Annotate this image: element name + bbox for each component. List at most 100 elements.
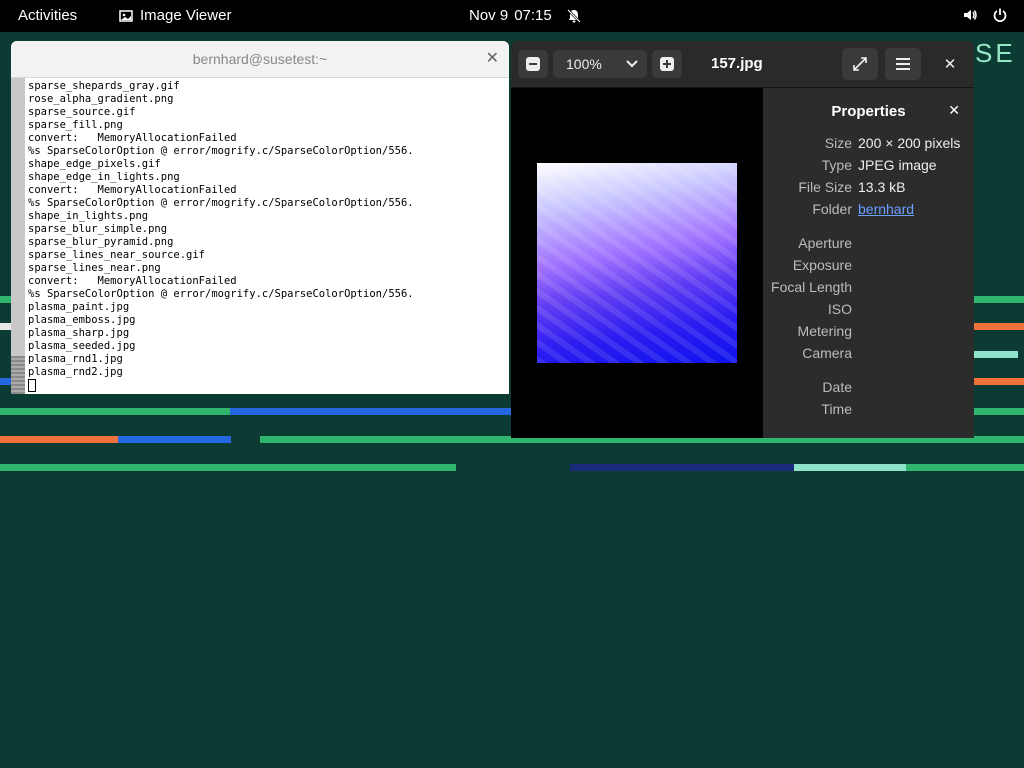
terminal-line: plasma_rnd1.jpg <box>28 353 123 365</box>
wallpaper-stripe <box>570 464 794 471</box>
terminal-title: bernhard@susetest:~ <box>192 51 328 67</box>
property-type: Type JPEG image <box>763 157 974 179</box>
volume-icon[interactable] <box>962 7 978 23</box>
terminal-line: %s SparseColorOption @ error/mogrify.c/S… <box>28 145 414 157</box>
property-label: Focal Length <box>771 279 852 295</box>
text-cursor <box>28 379 36 392</box>
property-size: Size 200 × 200 pixels <box>763 135 974 157</box>
wallpaper-stripe <box>974 408 1024 415</box>
terminal-titlebar[interactable]: bernhard@susetest:~ ✕ <box>11 41 509 78</box>
wallpaper-stripe <box>0 464 456 471</box>
property-value: 200 × 200 pixels <box>858 135 961 151</box>
property-aperture: Aperture <box>763 235 974 257</box>
terminal-line: sparse_lines_near.png <box>28 262 161 274</box>
property-iso: ISO <box>763 301 974 323</box>
image-viewer-icon <box>119 9 133 22</box>
app-menu[interactable]: Image Viewer <box>118 7 231 24</box>
property-focal-length: Focal Length <box>763 279 974 301</box>
terminal-line: plasma_sharp.jpg <box>28 327 130 339</box>
terminal-line: %s SparseColorOption @ error/mogrify.c/S… <box>28 197 414 209</box>
terminal-line: sparse_blur_pyramid.png <box>28 236 174 248</box>
clock-date: Nov 9 <box>469 7 509 24</box>
close-window-button[interactable]: ✕ <box>935 50 965 78</box>
property-label: File Size <box>798 179 852 195</box>
property-label: Exposure <box>792 257 852 273</box>
property-label: ISO <box>827 301 852 317</box>
terminal-line: sparse_shepards_gray.gif <box>28 80 180 92</box>
viewer-headerbar[interactable]: 100% 157.jpg ✕ <box>511 41 974 88</box>
wallpaper-stripe <box>974 323 1024 330</box>
terminal-line: rose_alpha_gradient.png <box>28 93 174 105</box>
terminal-line: shape_in_lights.png <box>28 210 149 222</box>
wallpaper-stripe <box>0 436 118 443</box>
property-date: Date <box>763 379 974 401</box>
zoom-value: 100% <box>566 56 602 72</box>
terminal-line: convert: MemoryAllocationFailed <box>28 275 237 287</box>
terminal-output[interactable]: sparse_shepards_gray.gif rose_alpha_gradi… <box>28 80 505 394</box>
property-label: Metering <box>797 323 852 339</box>
terminal-line: convert: MemoryAllocationFailed <box>28 132 237 144</box>
property-label: Date <box>822 379 852 395</box>
property-time: Time <box>763 401 974 423</box>
zoom-select[interactable]: 100% <box>553 50 647 78</box>
fullscreen-icon <box>853 57 867 71</box>
activities-button[interactable]: Activities <box>18 7 77 24</box>
property-label: Folder <box>812 201 852 217</box>
scrollbar-thumb[interactable] <box>11 356 25 394</box>
close-icon[interactable]: ✕ <box>486 41 499 77</box>
property-label: Time <box>821 401 852 417</box>
terminal-line: plasma_rnd2.jpg <box>28 366 123 378</box>
properties-title: Properties <box>831 103 906 120</box>
terminal-prompt[interactable] <box>28 379 505 394</box>
terminal-line: sparse_lines_near_source.gif <box>28 249 206 261</box>
plus-icon <box>660 57 674 71</box>
terminal-line: plasma_emboss.jpg <box>28 314 136 326</box>
terminal-line: sparse_blur_simple.png <box>28 223 168 235</box>
zoom-in-button[interactable] <box>652 50 682 78</box>
wallpaper-stripe <box>974 296 1024 303</box>
property-label: Camera <box>802 345 852 361</box>
clock-time: 07:15 <box>514 7 552 24</box>
zoom-out-button[interactable] <box>518 50 548 78</box>
terminal-scrollbar[interactable] <box>11 78 25 394</box>
clock[interactable]: Nov 9 07:15 <box>469 7 582 24</box>
main-menu-button[interactable] <box>885 48 921 80</box>
properties-panel: Properties ✕ Size 200 × 200 pixels Type … <box>763 88 974 438</box>
top-bar: Activities Image Viewer Nov 9 07:15 <box>0 0 1024 32</box>
image-canvas[interactable] <box>511 88 763 438</box>
wallpaper-stripe <box>974 351 1018 358</box>
terminal-line: shape_edge_in_lights.png <box>28 171 180 183</box>
wallpaper-stripe <box>0 408 230 415</box>
fullscreen-button[interactable] <box>842 48 878 80</box>
terminal-line: shape_edge_pixels.gif <box>28 158 161 170</box>
displayed-image <box>537 163 737 363</box>
terminal-line: plasma_paint.jpg <box>28 301 130 313</box>
power-icon[interactable] <box>992 7 1008 23</box>
wallpaper-stripe <box>906 464 1024 471</box>
terminal-line: sparse_fill.png <box>28 119 123 131</box>
property-file-size: File Size 13.3 kB <box>763 179 974 201</box>
property-label: Size <box>824 135 852 151</box>
chevron-down-icon <box>626 60 638 68</box>
hamburger-menu-icon <box>896 58 910 70</box>
property-camera: Camera <box>763 345 974 367</box>
property-value: 13.3 kB <box>858 179 906 195</box>
terminal-line: plasma_seeded.jpg <box>28 340 136 352</box>
folder-link[interactable]: bernhard <box>858 201 914 217</box>
property-folder: Folder bernhard <box>763 201 974 223</box>
property-value: JPEG image <box>858 157 937 173</box>
image-viewer-window[interactable]: 100% 157.jpg ✕ Properties ✕ Size 200 × 2… <box>511 41 974 438</box>
wallpaper-stripe <box>974 378 1024 385</box>
terminal-line: convert: MemoryAllocationFailed <box>28 184 237 196</box>
property-label: Aperture <box>798 235 852 251</box>
minus-icon <box>526 57 540 71</box>
close-properties-button[interactable]: ✕ <box>948 102 960 119</box>
terminal-line: sparse_source.gif <box>28 106 136 118</box>
terminal-line: %s SparseColorOption @ error/mogrify.c/S… <box>28 288 414 300</box>
terminal-window[interactable]: bernhard@susetest:~ ✕ sparse_shepards_gr… <box>11 41 509 394</box>
property-exposure: Exposure <box>763 257 974 279</box>
property-metering: Metering <box>763 323 974 345</box>
wallpaper-stripe <box>230 408 511 415</box>
window-title: 157.jpg <box>711 55 763 72</box>
wallpaper-stripe <box>794 464 906 471</box>
